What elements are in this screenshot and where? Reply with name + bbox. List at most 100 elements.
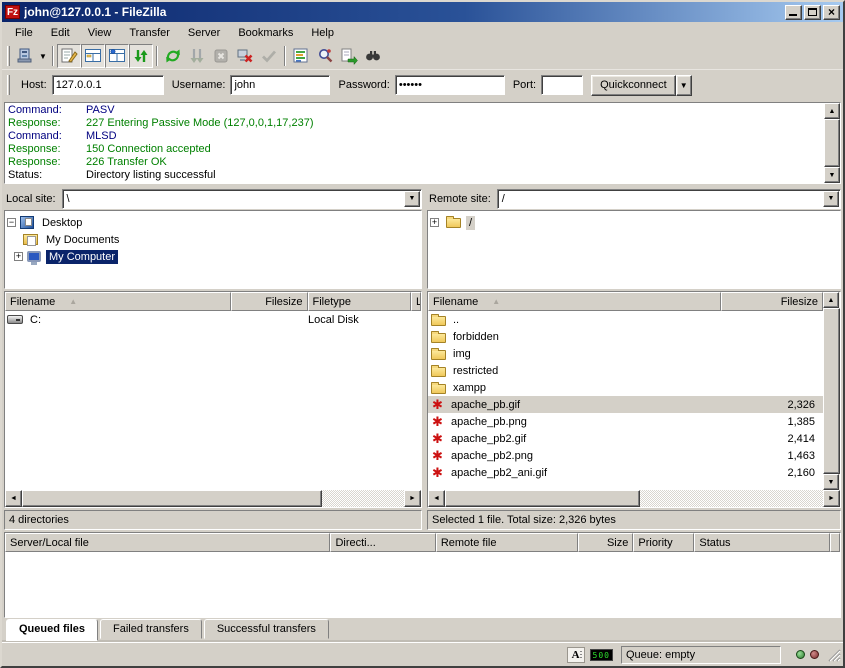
quickconnect-grip[interactable] bbox=[7, 75, 10, 95]
password-label: Password: bbox=[338, 79, 389, 91]
menu-view[interactable]: View bbox=[79, 25, 121, 41]
toggle-remote-tree-button[interactable] bbox=[105, 44, 129, 68]
tree-expand-icon[interactable]: + bbox=[430, 218, 439, 227]
toggle-local-tree-button[interactable] bbox=[81, 44, 105, 68]
chevron-down-icon[interactable]: ▼ bbox=[404, 191, 420, 207]
tree-item-label[interactable]: My Documents bbox=[43, 233, 122, 247]
quickconnect-button[interactable]: Quickconnect bbox=[591, 75, 676, 96]
reconnect-button[interactable] bbox=[257, 44, 281, 68]
menu-server[interactable]: Server bbox=[179, 25, 229, 41]
tab-successful-transfers[interactable]: Successful transfers bbox=[204, 619, 329, 639]
resize-grip[interactable] bbox=[827, 648, 841, 662]
column-status[interactable]: Status bbox=[694, 533, 830, 552]
reconnect-icon bbox=[260, 47, 278, 65]
remote-vertical-scrollbar[interactable]: ▲ ▼ bbox=[823, 292, 840, 490]
remote-row[interactable]: ✱apache_pb.png1,385 bbox=[428, 413, 823, 430]
site-manager-dropdown[interactable]: ▼ bbox=[37, 44, 49, 68]
refresh-button[interactable] bbox=[161, 44, 185, 68]
remote-row[interactable]: img bbox=[428, 345, 823, 362]
column-filesize[interactable]: Filesize bbox=[721, 292, 823, 311]
remote-row[interactable]: ✱apache_pb2_ani.gif2,160 bbox=[428, 464, 823, 481]
directory-filter-button[interactable] bbox=[337, 44, 361, 68]
scroll-right-icon[interactable]: ► bbox=[404, 490, 421, 507]
scrollbar-thumb[interactable] bbox=[824, 119, 840, 167]
username-input[interactable] bbox=[230, 75, 330, 95]
column-priority[interactable]: Priority bbox=[633, 533, 694, 552]
log-line-text: 150 Connection accepted bbox=[86, 143, 211, 155]
site-manager-button[interactable] bbox=[13, 44, 37, 68]
tree-item-root[interactable]: + / bbox=[430, 214, 838, 231]
scrollbar-thumb[interactable] bbox=[445, 490, 640, 507]
tree-item-label[interactable]: / bbox=[466, 216, 475, 230]
find-files-button[interactable] bbox=[361, 44, 385, 68]
toggle-transfer-queue-button[interactable] bbox=[129, 44, 153, 68]
column-remote-file[interactable]: Remote file bbox=[436, 533, 578, 552]
local-horizontal-scrollbar[interactable]: ◄ ► bbox=[5, 490, 421, 507]
column-last-modified[interactable]: L bbox=[411, 292, 421, 311]
password-input[interactable] bbox=[395, 75, 505, 95]
scroll-up-icon[interactable]: ▲ bbox=[824, 103, 840, 119]
close-button[interactable]: × bbox=[823, 5, 840, 20]
scroll-left-icon[interactable]: ◄ bbox=[5, 490, 22, 507]
menu-bookmarks[interactable]: Bookmarks bbox=[229, 25, 302, 41]
cancel-button[interactable] bbox=[209, 44, 233, 68]
speed-limit-indicator-icon[interactable]: 500 bbox=[590, 649, 613, 661]
tree-item-my-documents[interactable]: My Documents bbox=[7, 231, 419, 248]
host-input[interactable] bbox=[52, 75, 164, 95]
column-direction[interactable]: Directi... bbox=[330, 533, 435, 552]
menu-edit[interactable]: Edit bbox=[42, 25, 79, 41]
scroll-right-icon[interactable]: ► bbox=[823, 490, 840, 507]
scroll-down-icon[interactable]: ▼ bbox=[823, 474, 839, 490]
folder-icon bbox=[431, 316, 446, 326]
local-site-combo[interactable]: \ ▼ bbox=[62, 189, 422, 209]
menu-help[interactable]: Help bbox=[302, 25, 343, 41]
datatype-indicator-icon[interactable]: A bbox=[567, 647, 585, 663]
column-filetype[interactable]: Filetype bbox=[308, 292, 412, 311]
local-row-c-drive[interactable]: C: Local Disk bbox=[5, 311, 421, 328]
scroll-down-icon[interactable]: ▼ bbox=[824, 167, 840, 183]
activity-led-red-icon bbox=[810, 650, 819, 659]
remote-row[interactable]: forbidden bbox=[428, 328, 823, 345]
remote-site-combo[interactable]: / ▼ bbox=[497, 189, 841, 209]
minimize-button[interactable] bbox=[785, 5, 802, 20]
disconnect-button[interactable] bbox=[233, 44, 257, 68]
scroll-up-icon[interactable]: ▲ bbox=[823, 292, 839, 308]
menu-transfer[interactable]: Transfer bbox=[120, 25, 179, 41]
tab-queued-files[interactable]: Queued files bbox=[6, 619, 98, 641]
remote-row[interactable]: .. bbox=[428, 311, 823, 328]
tree-expand-icon[interactable]: + bbox=[14, 252, 23, 261]
synchronized-browsing-button[interactable] bbox=[313, 44, 337, 68]
quickconnect-dropdown[interactable]: ▼ bbox=[676, 75, 692, 96]
directory-comparison-button[interactable] bbox=[289, 44, 313, 68]
tree-item-label[interactable]: My Computer bbox=[46, 250, 118, 264]
toggle-message-log-button[interactable] bbox=[57, 44, 81, 68]
scrollbar-thumb[interactable] bbox=[22, 490, 322, 507]
column-filename[interactable]: Filename▲ bbox=[428, 292, 721, 311]
remote-row-selected[interactable]: ✱apache_pb.gif2,326 bbox=[428, 396, 823, 413]
toolbar-grip[interactable] bbox=[7, 46, 10, 66]
remote-row[interactable]: ✱apache_pb2.png1,463 bbox=[428, 447, 823, 464]
column-server-local-file[interactable]: Server/Local file bbox=[5, 533, 330, 552]
port-input[interactable] bbox=[541, 75, 583, 95]
log-scrollbar[interactable]: ▲ ▼ bbox=[824, 103, 840, 183]
column-filename[interactable]: Filename▲ bbox=[5, 292, 231, 311]
tree-collapse-icon[interactable]: − bbox=[7, 218, 16, 227]
column-size[interactable]: Size bbox=[578, 533, 633, 552]
remote-row[interactable]: ✱apache_pb2.gif2,414 bbox=[428, 430, 823, 447]
column-filesize[interactable]: Filesize bbox=[231, 292, 308, 311]
queue-body[interactable] bbox=[5, 552, 840, 617]
maximize-button[interactable] bbox=[804, 5, 821, 20]
scroll-left-icon[interactable]: ◄ bbox=[428, 490, 445, 507]
remote-row[interactable]: restricted bbox=[428, 362, 823, 379]
tab-failed-transfers[interactable]: Failed transfers bbox=[100, 619, 202, 639]
remote-row[interactable]: xampp bbox=[428, 379, 823, 396]
remote-horizontal-scrollbar[interactable]: ◄ ► bbox=[428, 490, 840, 507]
tree-item-my-computer[interactable]: + My Computer bbox=[7, 248, 419, 265]
process-queue-button[interactable] bbox=[185, 44, 209, 68]
title-bar[interactable]: Fz john@127.0.0.1 - FileZilla × bbox=[2, 2, 843, 22]
menu-file[interactable]: File bbox=[6, 25, 42, 41]
tree-item-desktop[interactable]: − Desktop bbox=[7, 214, 419, 231]
chevron-down-icon[interactable]: ▼ bbox=[823, 191, 839, 207]
tree-item-label[interactable]: Desktop bbox=[39, 216, 85, 230]
scrollbar-thumb[interactable] bbox=[823, 308, 840, 474]
